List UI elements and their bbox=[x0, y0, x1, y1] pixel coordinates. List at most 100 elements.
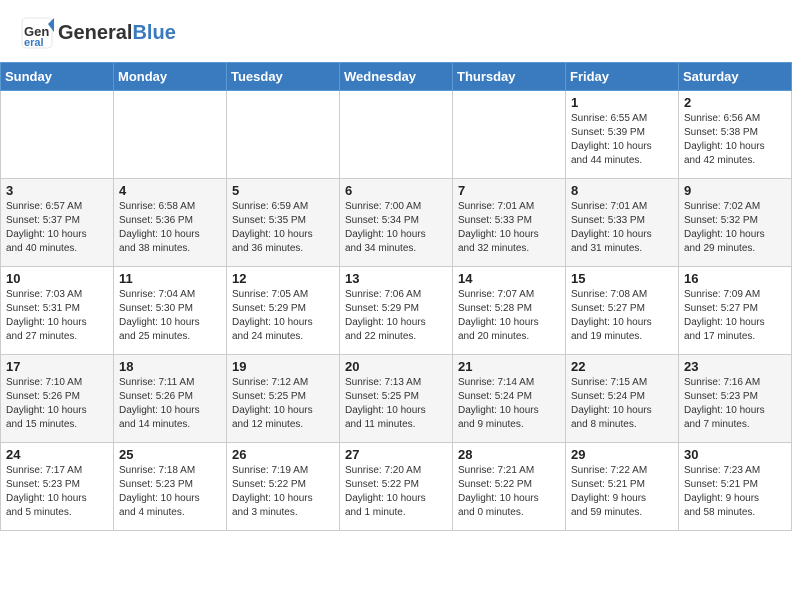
calendar-cell: 22 Sunrise: 7:15 AM Sunset: 5:24 PM Dayli… bbox=[566, 355, 679, 443]
calendar-cell: 17 Sunrise: 7:10 AM Sunset: 5:26 PM Dayli… bbox=[1, 355, 114, 443]
day-number: 19 bbox=[232, 359, 334, 374]
day-number: 17 bbox=[6, 359, 108, 374]
day-info: Sunrise: 7:17 AM Sunset: 5:23 PM Dayligh… bbox=[6, 464, 108, 520]
day-info: Sunrise: 7:01 AM Sunset: 5:33 PM Dayligh… bbox=[458, 200, 560, 256]
calendar-table: SundayMondayTuesdayWednesdayThursdayFrid… bbox=[0, 62, 792, 531]
day-number: 22 bbox=[571, 359, 673, 374]
day-info: Sunrise: 7:05 AM Sunset: 5:29 PM Dayligh… bbox=[232, 288, 334, 344]
day-info: Sunrise: 6:56 AM Sunset: 5:38 PM Dayligh… bbox=[684, 112, 786, 168]
day-number: 25 bbox=[119, 447, 221, 462]
day-info: Sunrise: 7:00 AM Sunset: 5:34 PM Dayligh… bbox=[345, 200, 447, 256]
day-info: Sunrise: 7:14 AM Sunset: 5:24 PM Dayligh… bbox=[458, 376, 560, 432]
calendar-cell: 27Sunrise: 7:20 AM Sunset: 5:22 PM Dayli… bbox=[340, 443, 453, 531]
day-number: 15 bbox=[571, 271, 673, 286]
day-info: Sunrise: 7:18 AM Sunset: 5:23 PM Dayligh… bbox=[119, 464, 221, 520]
day-number: 9 bbox=[684, 183, 786, 198]
calendar-cell: 21 Sunrise: 7:14 AM Sunset: 5:24 PM Dayli… bbox=[453, 355, 566, 443]
day-number: 5 bbox=[232, 183, 334, 198]
day-info: Sunrise: 7:10 AM Sunset: 5:26 PM Dayligh… bbox=[6, 376, 108, 432]
day-number: 29 bbox=[571, 447, 673, 462]
calendar-cell: 23Sunrise: 7:16 AM Sunset: 5:23 PM Dayli… bbox=[679, 355, 792, 443]
day-info: Sunrise: 6:58 AM Sunset: 5:36 PM Dayligh… bbox=[119, 200, 221, 256]
day-info: Sunrise: 7:23 AM Sunset: 5:21 PM Dayligh… bbox=[684, 464, 786, 520]
day-number: 2 bbox=[684, 95, 786, 110]
calendar-cell: 30 Sunrise: 7:23 AM Sunset: 5:21 PM Dayli… bbox=[679, 443, 792, 531]
column-header-monday: Monday bbox=[114, 63, 227, 91]
calendar-cell: 15 Sunrise: 7:08 AM Sunset: 5:27 PM Dayli… bbox=[566, 267, 679, 355]
svg-text:eral: eral bbox=[24, 37, 44, 49]
day-number: 7 bbox=[458, 183, 560, 198]
calendar-cell: 11 Sunrise: 7:04 AM Sunset: 5:30 PM Dayli… bbox=[114, 267, 227, 355]
calendar-week-2: 3 Sunrise: 6:57 AM Sunset: 5:37 PM Daylig… bbox=[1, 179, 792, 267]
day-info: Sunrise: 7:07 AM Sunset: 5:28 PM Dayligh… bbox=[458, 288, 560, 344]
day-info: Sunrise: 7:09 AM Sunset: 5:27 PM Dayligh… bbox=[684, 288, 786, 344]
day-number: 10 bbox=[6, 271, 108, 286]
calendar-cell: 16Sunrise: 7:09 AM Sunset: 5:27 PM Dayli… bbox=[679, 267, 792, 355]
calendar-week-1: 1 Sunrise: 6:55 AM Sunset: 5:39 PM Daylig… bbox=[1, 91, 792, 179]
day-info: Sunrise: 7:08 AM Sunset: 5:27 PM Dayligh… bbox=[571, 288, 673, 344]
day-number: 28 bbox=[458, 447, 560, 462]
column-header-thursday: Thursday bbox=[453, 63, 566, 91]
calendar-cell: 3 Sunrise: 6:57 AM Sunset: 5:37 PM Daylig… bbox=[1, 179, 114, 267]
calendar-cell bbox=[114, 91, 227, 179]
calendar-cell: 5 Sunrise: 6:59 AM Sunset: 5:35 PM Daylig… bbox=[227, 179, 340, 267]
calendar-cell: 19 Sunrise: 7:12 AM Sunset: 5:25 PM Dayli… bbox=[227, 355, 340, 443]
day-info: Sunrise: 6:59 AM Sunset: 5:35 PM Dayligh… bbox=[232, 200, 334, 256]
page-header: Gen eral GeneralBlue bbox=[0, 0, 792, 54]
day-info: Sunrise: 7:13 AM Sunset: 5:25 PM Dayligh… bbox=[345, 376, 447, 432]
column-header-saturday: Saturday bbox=[679, 63, 792, 91]
day-info: Sunrise: 7:01 AM Sunset: 5:33 PM Dayligh… bbox=[571, 200, 673, 256]
day-info: Sunrise: 7:11 AM Sunset: 5:26 PM Dayligh… bbox=[119, 376, 221, 432]
day-number: 1 bbox=[571, 95, 673, 110]
day-number: 12 bbox=[232, 271, 334, 286]
day-number: 21 bbox=[458, 359, 560, 374]
day-info: Sunrise: 7:15 AM Sunset: 5:24 PM Dayligh… bbox=[571, 376, 673, 432]
day-number: 26 bbox=[232, 447, 334, 462]
calendar-cell bbox=[1, 91, 114, 179]
day-info: Sunrise: 7:21 AM Sunset: 5:22 PM Dayligh… bbox=[458, 464, 560, 520]
calendar-week-5: 24 Sunrise: 7:17 AM Sunset: 5:23 PM Dayli… bbox=[1, 443, 792, 531]
calendar-cell: 13 Sunrise: 7:06 AM Sunset: 5:29 PM Dayli… bbox=[340, 267, 453, 355]
calendar-cell: 25 Sunrise: 7:18 AM Sunset: 5:23 PM Dayli… bbox=[114, 443, 227, 531]
column-header-wednesday: Wednesday bbox=[340, 63, 453, 91]
column-header-tuesday: Tuesday bbox=[227, 63, 340, 91]
day-number: 27 bbox=[345, 447, 447, 462]
column-header-friday: Friday bbox=[566, 63, 679, 91]
calendar-cell bbox=[340, 91, 453, 179]
calendar-cell: 24 Sunrise: 7:17 AM Sunset: 5:23 PM Dayli… bbox=[1, 443, 114, 531]
calendar-week-3: 10 Sunrise: 7:03 AM Sunset: 5:31 PM Dayli… bbox=[1, 267, 792, 355]
day-info: Sunrise: 6:57 AM Sunset: 5:37 PM Dayligh… bbox=[6, 200, 108, 256]
day-number: 3 bbox=[6, 183, 108, 198]
calendar-cell: 10 Sunrise: 7:03 AM Sunset: 5:31 PM Dayli… bbox=[1, 267, 114, 355]
calendar-cell: 7 Sunrise: 7:01 AM Sunset: 5:33 PM Daylig… bbox=[453, 179, 566, 267]
day-info: Sunrise: 7:12 AM Sunset: 5:25 PM Dayligh… bbox=[232, 376, 334, 432]
calendar-cell: 12 Sunrise: 7:05 AM Sunset: 5:29 PM Dayli… bbox=[227, 267, 340, 355]
day-info: Sunrise: 7:02 AM Sunset: 5:32 PM Dayligh… bbox=[684, 200, 786, 256]
calendar-cell: 4Sunrise: 6:58 AM Sunset: 5:36 PM Daylig… bbox=[114, 179, 227, 267]
day-info: Sunrise: 7:19 AM Sunset: 5:22 PM Dayligh… bbox=[232, 464, 334, 520]
day-info: Sunrise: 7:06 AM Sunset: 5:29 PM Dayligh… bbox=[345, 288, 447, 344]
calendar-cell: 9 Sunrise: 7:02 AM Sunset: 5:32 PM Daylig… bbox=[679, 179, 792, 267]
day-info: Sunrise: 7:03 AM Sunset: 5:31 PM Dayligh… bbox=[6, 288, 108, 344]
day-number: 11 bbox=[119, 271, 221, 286]
day-number: 13 bbox=[345, 271, 447, 286]
day-number: 18 bbox=[119, 359, 221, 374]
day-info: Sunrise: 6:55 AM Sunset: 5:39 PM Dayligh… bbox=[571, 112, 673, 168]
calendar-cell bbox=[227, 91, 340, 179]
calendar-cell: 14 Sunrise: 7:07 AM Sunset: 5:28 PM Dayli… bbox=[453, 267, 566, 355]
calendar-week-4: 17 Sunrise: 7:10 AM Sunset: 5:26 PM Dayli… bbox=[1, 355, 792, 443]
day-number: 20 bbox=[345, 359, 447, 374]
calendar-cell: 28 Sunrise: 7:21 AM Sunset: 5:22 PM Dayli… bbox=[453, 443, 566, 531]
day-info: Sunrise: 7:04 AM Sunset: 5:30 PM Dayligh… bbox=[119, 288, 221, 344]
calendar-cell bbox=[453, 91, 566, 179]
logo: Gen eral GeneralBlue bbox=[20, 16, 176, 50]
calendar-cell: 8Sunrise: 7:01 AM Sunset: 5:33 PM Daylig… bbox=[566, 179, 679, 267]
day-number: 24 bbox=[6, 447, 108, 462]
day-info: Sunrise: 7:16 AM Sunset: 5:23 PM Dayligh… bbox=[684, 376, 786, 432]
day-number: 30 bbox=[684, 447, 786, 462]
calendar-cell: 26 Sunrise: 7:19 AM Sunset: 5:22 PM Dayli… bbox=[227, 443, 340, 531]
day-number: 14 bbox=[458, 271, 560, 286]
calendar-cell: 2 Sunrise: 6:56 AM Sunset: 5:38 PM Daylig… bbox=[679, 91, 792, 179]
calendar-cell: 18 Sunrise: 7:11 AM Sunset: 5:26 PM Dayli… bbox=[114, 355, 227, 443]
calendar-cell: 20 Sunrise: 7:13 AM Sunset: 5:25 PM Dayli… bbox=[340, 355, 453, 443]
